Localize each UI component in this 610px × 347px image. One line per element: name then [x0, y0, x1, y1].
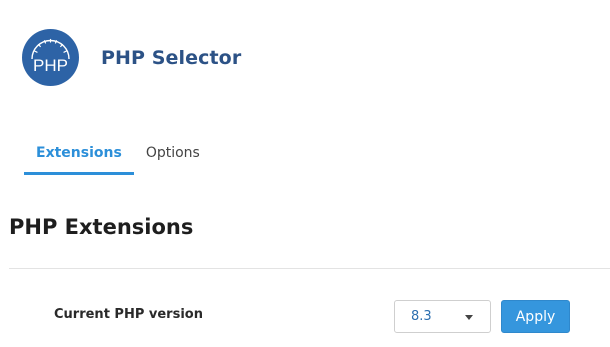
php-logo-icon: PHP	[22, 29, 79, 86]
php-version-select[interactable]: 8.3	[394, 300, 491, 333]
apply-button[interactable]: Apply	[501, 300, 570, 333]
php-selector-page: PHP PHP Selector Extensions Options PHP …	[0, 0, 610, 347]
current-version-label: Current PHP version	[54, 307, 203, 322]
section-title: PHP Extensions	[9, 215, 194, 239]
tab-options[interactable]: Options	[134, 136, 212, 175]
tab-bar: Extensions Options	[24, 136, 212, 175]
logo-text: PHP	[33, 56, 68, 75]
chevron-down-icon	[465, 315, 473, 320]
selected-version-value: 8.3	[411, 309, 432, 324]
app-title: PHP Selector	[101, 46, 242, 69]
tab-extensions[interactable]: Extensions	[24, 136, 134, 175]
section-divider	[9, 268, 610, 269]
page-header: PHP PHP Selector	[22, 29, 241, 86]
